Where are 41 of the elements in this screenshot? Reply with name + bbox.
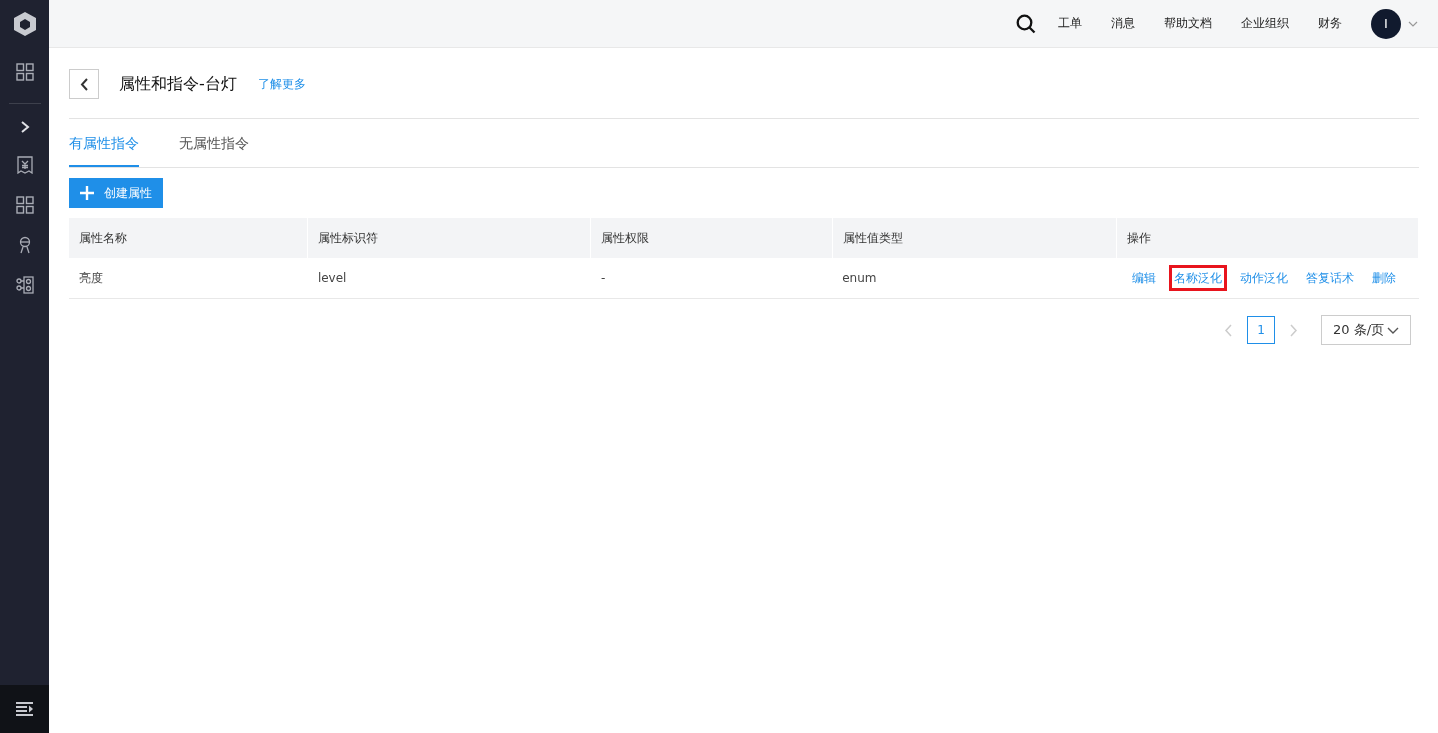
tab[interactable]: 有属性指令	[69, 135, 139, 167]
column-header: 属性权限	[590, 218, 833, 258]
nav-link[interactable]: 财务	[1318, 15, 1342, 32]
learn-more-link[interactable]: 了解更多	[257, 75, 306, 93]
collapse-menu-icon[interactable]	[15, 702, 34, 716]
grid-icon[interactable]	[15, 63, 34, 81]
column-header: 属性值类型	[832, 218, 1117, 258]
nav-link[interactable]: 工单	[1058, 15, 1082, 32]
person-icon[interactable]	[17, 236, 32, 254]
chevron-down-icon	[1387, 326, 1399, 334]
page-title: 属性和指令-台灯	[119, 73, 237, 95]
chevron-left-icon	[80, 77, 88, 91]
page-size-select[interactable]: 20 条/页	[1321, 315, 1411, 345]
table-cell: level	[307, 258, 591, 299]
nav-link[interactable]: 企业组织	[1241, 15, 1289, 32]
table-cell: enum	[832, 258, 1117, 299]
search-icon[interactable]	[1016, 13, 1036, 34]
column-header: 属性标识符	[307, 218, 591, 258]
column-header: 属性名称	[69, 218, 308, 258]
tab[interactable]: 无属性指令	[179, 135, 249, 167]
logo-icon	[12, 11, 37, 37]
grid-icon[interactable]	[15, 196, 34, 214]
back-button[interactable]	[69, 69, 99, 99]
table-cell: -	[590, 258, 833, 299]
expand-icon[interactable]	[19, 120, 30, 134]
nav-link[interactable]: 消息	[1111, 15, 1135, 32]
receipt-icon[interactable]	[16, 156, 33, 174]
nav-link[interactable]: 帮助文档	[1164, 15, 1212, 32]
plus-icon	[80, 186, 94, 200]
create-attribute-button[interactable]: 创建属性	[69, 178, 163, 208]
action-link[interactable]: 答复话术	[1300, 264, 1359, 291]
chevron-down-icon[interactable]	[1408, 20, 1418, 27]
action-link[interactable]: 删除	[1366, 264, 1401, 291]
action-link[interactable]: 编辑	[1126, 264, 1161, 291]
action-link[interactable]: 动作泛化	[1234, 264, 1293, 291]
flow-icon[interactable]	[15, 276, 34, 294]
user-avatar[interactable]: I	[1371, 8, 1401, 39]
page-number[interactable]: 1	[1247, 316, 1275, 344]
action-link[interactable]: 名称泛化	[1168, 264, 1227, 291]
column-header: 操作	[1116, 218, 1419, 258]
table-cell: 亮度	[69, 258, 308, 299]
